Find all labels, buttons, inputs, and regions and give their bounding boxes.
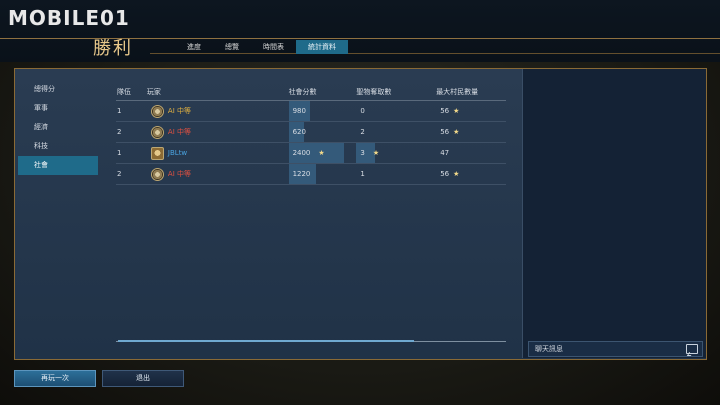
social-score-value: 980	[292, 107, 306, 115]
star-icon: ★	[372, 149, 380, 157]
tab-3[interactable]: 統計資料	[296, 40, 348, 54]
header-player: 玩家	[146, 88, 161, 96]
stats-table: 隊伍 玩家 社會分數 聖物奪取數 最大村民數量 1 AI 中等 980 0 56 ★ 2 AI…	[116, 84, 506, 185]
player-name: AI 中等	[167, 170, 191, 178]
table-header: 隊伍 玩家 社會分數 聖物奪取數 最大村民數量	[116, 84, 506, 101]
social-score-cell: 2400 ★	[288, 143, 357, 163]
chat-label: 聊天訊息	[535, 345, 563, 353]
table-scroll-thumb[interactable]	[118, 340, 414, 342]
table-body: 1 AI 中等 980 0 56 ★ 2 AI 中等 620 2 56 ★ 1 JBLtw 2400 ★ 3 ★ 4…	[116, 101, 506, 185]
relics-value: 2	[360, 128, 365, 136]
player-avatar-icon	[150, 125, 164, 139]
exit-button[interactable]: 退出	[102, 370, 184, 387]
max-population-value: 56	[440, 107, 450, 115]
table-row: 2 AI 中等 620 2 56 ★	[116, 122, 506, 143]
header-team: 隊伍	[117, 88, 131, 96]
max-population-value: 56	[440, 128, 450, 136]
player-name: JBLtw	[167, 149, 188, 157]
chat-input-bar[interactable]: 聊天訊息	[528, 341, 703, 357]
relics-value: 1	[360, 170, 365, 178]
sidebar-item-0[interactable]: 總得分	[18, 80, 98, 99]
social-score-cell: 1220	[288, 164, 357, 184]
header-social-score: 社會分數	[288, 88, 317, 96]
star-icon: ★	[453, 107, 460, 115]
star-icon: ★	[453, 170, 460, 178]
star-icon: ★	[318, 149, 325, 157]
relics-cell: 0	[356, 101, 436, 121]
team-cell: 2	[117, 128, 122, 136]
social-score-value: 2400	[292, 149, 311, 157]
team-cell: 1	[117, 107, 122, 115]
relics-value: 3	[360, 149, 365, 157]
max-population-cell: 56 ★	[436, 122, 506, 142]
player-avatar-icon	[150, 146, 164, 160]
mobile01-logo: MOBILE01	[8, 6, 130, 30]
social-score-value: 1220	[292, 170, 311, 178]
social-score-value: 620	[292, 128, 306, 136]
player-cell: AI 中等	[147, 122, 289, 142]
page-title: 勝利	[93, 38, 133, 59]
max-population-cell: 56 ★	[436, 101, 506, 121]
sidebar-item-2[interactable]: 經濟	[18, 118, 98, 137]
team-cell: 1	[117, 149, 122, 157]
max-population-value: 56	[440, 170, 450, 178]
star-icon: ★	[453, 128, 460, 136]
stats-category-list: 總得分 軍事 經濟 科技 社會	[18, 80, 98, 175]
replay-button[interactable]: 再玩一次	[14, 370, 96, 387]
sidebar-item-4[interactable]: 社會	[18, 156, 98, 175]
tab-1[interactable]: 總覽	[213, 40, 251, 54]
tab-bar: 進度 總覽 時間表 統計資料	[175, 40, 348, 54]
sidebar-item-1[interactable]: 軍事	[18, 99, 98, 118]
player-name: AI 中等	[167, 107, 191, 115]
sidebar-item-3[interactable]: 科技	[18, 137, 98, 156]
player-cell: AI 中等	[147, 101, 289, 121]
player-cell: AI 中等	[147, 164, 289, 184]
relics-cell: 3 ★	[356, 143, 436, 163]
chat-bubble-icon[interactable]	[686, 344, 698, 354]
chat-panel	[522, 69, 706, 358]
max-population-cell: 47	[436, 143, 506, 163]
header-relics: 聖物奪取數	[356, 88, 392, 96]
relics-value: 0	[360, 107, 365, 115]
table-row: 2 AI 中等 1220 1 56 ★	[116, 164, 506, 185]
player-name: AI 中等	[167, 128, 191, 136]
max-population-cell: 56 ★	[436, 164, 506, 184]
tab-2[interactable]: 時間表	[251, 40, 296, 54]
team-cell: 2	[117, 170, 122, 178]
tab-0[interactable]: 進度	[175, 40, 213, 54]
table-row: 1 AI 中等 980 0 56 ★	[116, 101, 506, 122]
header-max-population: 最大村民數量	[436, 88, 479, 96]
table-row: 1 JBLtw 2400 ★ 3 ★ 47	[116, 143, 506, 164]
player-avatar-icon	[150, 167, 164, 181]
social-score-cell: 980	[288, 101, 357, 121]
relics-cell: 1	[356, 164, 436, 184]
social-score-cell: 620	[288, 122, 357, 142]
player-cell: JBLtw	[147, 143, 289, 163]
relics-cell: 2	[356, 122, 436, 142]
player-avatar-icon	[150, 104, 164, 118]
max-population-value: 47	[440, 149, 450, 157]
